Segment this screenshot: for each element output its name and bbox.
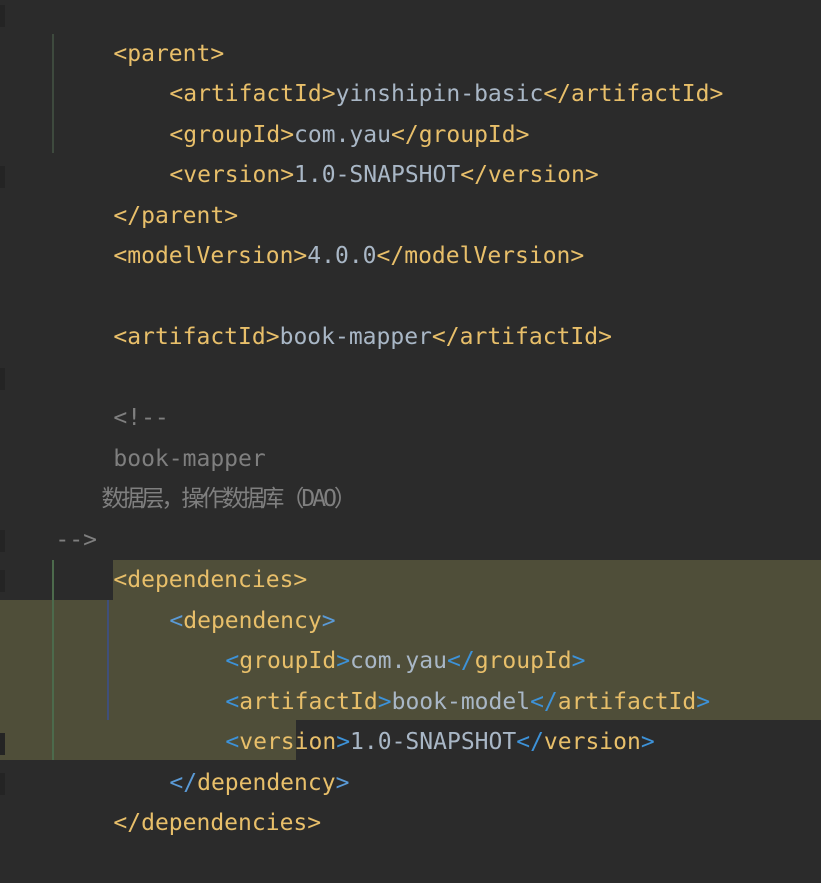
- code-line-dependency-open[interactable]: <dependency>: [114, 561, 335, 634]
- tag-name: artifactId: [127, 324, 266, 350]
- tag-name: version: [543, 729, 641, 755]
- close-bracket: >: [584, 162, 599, 188]
- code-line-comment-1[interactable]: book-mapper: [58, 399, 265, 472]
- fold-marker[interactable]: [0, 773, 5, 795]
- close-bracket: >: [598, 324, 612, 350]
- code-line-dependency-close[interactable]: </dependency>: [114, 723, 349, 796]
- code-line-comment-open[interactable]: <!--: [58, 358, 168, 431]
- close-bracket: >: [696, 689, 711, 715]
- open-bracket: <: [113, 324, 128, 350]
- close-bracket: >: [640, 729, 655, 755]
- close-bracket: >: [280, 162, 295, 188]
- code-line-parent-version[interactable]: <version>1.0-SNAPSHOT</version>: [114, 115, 598, 188]
- fold-marker[interactable]: [0, 166, 5, 188]
- tag-value: 4.0.0: [307, 243, 377, 269]
- indent-guide: [52, 560, 54, 760]
- tag-value: 1.0-SNAPSHOT: [350, 729, 517, 755]
- tag-name: modelVersion: [404, 243, 571, 269]
- fold-marker[interactable]: [0, 733, 5, 755]
- close-tag-start: </: [460, 162, 488, 188]
- close-tag-start: </: [113, 810, 142, 836]
- tag-name: version: [487, 162, 585, 188]
- code-line-comment-2[interactable]: 数据层，操作数据库（DAO）: [58, 439, 357, 512]
- open-bracket: <: [113, 243, 128, 269]
- code-line-dep-version[interactable]: <version>1.0-SNAPSHOT</version>: [170, 682, 654, 755]
- tag-name: modelVersion: [127, 243, 294, 269]
- close-bracket: >: [265, 324, 280, 350]
- close-tag-start: </: [376, 243, 405, 269]
- close-bracket: >: [335, 770, 350, 796]
- code-line-dependencies-open[interactable]: <dependencies>: [58, 520, 307, 593]
- indent-guide: [107, 600, 109, 720]
- close-bracket: >: [293, 243, 308, 269]
- tag-value: 1.0-SNAPSHOT: [294, 162, 461, 188]
- close-bracket: >: [570, 243, 585, 269]
- close-tag-start: </: [431, 324, 460, 350]
- code-line-model-version[interactable]: <modelVersion>4.0.0</modelVersion>: [58, 196, 584, 269]
- indent-guide: [52, 34, 54, 153]
- code-line-artifactid[interactable]: <artifactId>book-mapper</artifactId>: [58, 277, 612, 350]
- close-tag-start: </: [543, 81, 572, 107]
- close-tag-start: </: [516, 729, 544, 755]
- code-line-parent-groupid[interactable]: <groupId>com.yau</groupId>: [114, 75, 529, 148]
- code-line-dependencies-close[interactable]: </dependencies>: [58, 763, 321, 836]
- code-line-comment-close[interactable]: -->: [0, 480, 97, 553]
- code-line-parent-open[interactable]: <parent>: [58, 0, 224, 67]
- code-editor[interactable]: <parent> <artifactId>yinshipin-basic</ar…: [0, 0, 821, 836]
- tag-name: dependencies: [141, 810, 308, 836]
- fold-marker[interactable]: [0, 368, 5, 390]
- tag-name: artifactId: [459, 324, 599, 350]
- close-bracket: >: [709, 81, 724, 107]
- tag-value: book-mapper: [279, 324, 432, 350]
- tag-name: artifactId: [571, 81, 710, 107]
- comment-text: 数据层，操作数据库（DAO）: [101, 486, 357, 512]
- code-line-dep-groupid[interactable]: <groupId>com.yau</groupId>: [170, 601, 585, 674]
- code-line-parent-close[interactable]: </parent>: [58, 156, 238, 229]
- code-line-parent-artifactid[interactable]: <artifactId>yinshipin-basic</artifactId>: [114, 34, 723, 107]
- close-bracket: >: [307, 810, 322, 836]
- code-line-dep-artifactid[interactable]: <artifactId>book-model</artifactId>: [170, 642, 710, 715]
- fold-marker[interactable]: [0, 5, 5, 27]
